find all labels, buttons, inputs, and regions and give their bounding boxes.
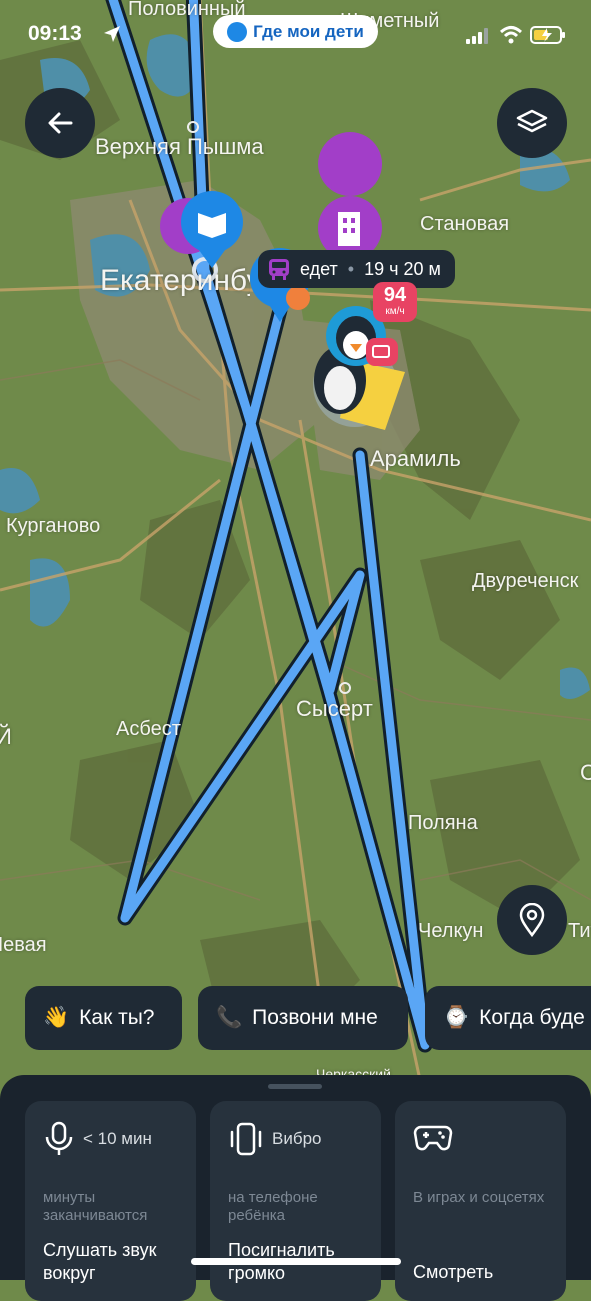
card-action: Смотреть <box>413 1262 494 1282</box>
movement-tooltip[interactable]: едет • 19 ч 20 м <box>258 250 455 288</box>
chip-call-me[interactable]: 📞 Позвони мне <box>198 986 408 1050</box>
card-top-text: Вибро <box>272 1129 322 1148</box>
battery-charging-icon <box>530 26 565 44</box>
chip-label: Как ты? <box>79 1006 155 1029</box>
chip-label: Когда буде <box>479 1006 585 1029</box>
back-button[interactable] <box>25 88 95 158</box>
cellular-signal-icon <box>466 28 488 44</box>
chip-label: Позвони мне <box>252 1006 378 1029</box>
map-label-aramil: Арамиль <box>370 446 461 471</box>
map-layers-button[interactable] <box>497 88 567 158</box>
location-pin-icon <box>519 903 545 937</box>
map-label-levaya: Левая <box>0 934 47 956</box>
speed-badge: 94 км/ч <box>373 282 417 322</box>
my-location-button[interactable] <box>497 885 567 955</box>
map-label-stanovaya: Становая <box>420 213 510 235</box>
tooltip-status: едет <box>300 258 338 279</box>
map-label-polyana: Поляна <box>408 812 478 834</box>
layers-icon <box>516 109 548 133</box>
location-arrow-icon <box>104 26 120 42</box>
card-subtitle: В играх и соцсетях <box>413 1189 545 1206</box>
card-subtitle: минуты заканчиваются <box>43 1189 148 1224</box>
arrow-left-icon <box>48 112 73 134</box>
tooltip-separator: • <box>347 258 355 279</box>
sheet-grip-handle[interactable] <box>268 1084 322 1089</box>
speed-unit: км/ч <box>385 306 405 317</box>
status-bar: 09:13 Где мои дети <box>0 0 591 64</box>
app-pill[interactable]: Где мои дети <box>213 15 378 48</box>
microphone-icon <box>45 1121 73 1155</box>
map-label-edge-left: Й <box>0 724 12 749</box>
speed-value: 94 <box>383 284 407 306</box>
map-label-tit: Тит <box>568 920 591 942</box>
home-indicator[interactable] <box>191 1258 401 1265</box>
card-subtitle: на телефоне ребёнка <box>228 1189 318 1224</box>
actions-bottom-sheet[interactable]: < 10 мин минуты заканчиваются Слушать зв… <box>0 1075 591 1301</box>
card-listen-sound[interactable]: < 10 мин минуты заканчиваются Слушать зв… <box>25 1101 196 1301</box>
phone-vibrate-icon <box>230 1122 262 1156</box>
card-top-text: < 10 мин <box>83 1129 152 1148</box>
map-label-asbest: Асбест <box>116 718 181 740</box>
app-name: Где мои дети <box>253 21 364 41</box>
bus-icon <box>269 259 289 280</box>
map-label-sysert: Сысерт <box>296 696 373 721</box>
map-label-kurganovo: Курганово <box>6 515 101 537</box>
app-logo-icon <box>227 21 248 42</box>
chip-when-will-you-be[interactable]: ⌚ Когда буде <box>425 986 591 1050</box>
phone-icon: 📞 <box>216 1006 243 1029</box>
map-label-ekaterinburg: Екатеринбург <box>100 264 250 297</box>
card-action: Слушать звук вокруг <box>43 1240 157 1283</box>
quick-message-chips: 👋 Как ты? 📞 Позвони мне ⌚ Когда буде <box>0 986 591 1050</box>
card-signal-loud[interactable]: Вибро на телефоне ребёнка Посигналить гр… <box>210 1101 381 1301</box>
map-label-verkhnyaya-pyshma: Верхняя Пышма <box>95 134 264 159</box>
tooltip-duration: 19 ч 20 м <box>364 258 441 279</box>
chip-how-are-you[interactable]: 👋 Как ты? <box>25 986 182 1050</box>
card-watch-games[interactable]: В играх и соцсетях Смотреть <box>395 1101 566 1301</box>
waving-hand-icon: 👋 <box>43 1006 70 1029</box>
status-time: 09:13 <box>28 22 82 45</box>
gamepad-icon <box>413 1125 453 1151</box>
map-label-edge-right: С <box>580 760 591 785</box>
watch-icon: ⌚ <box>443 1006 470 1029</box>
map-label-dvurechensk: Двуреченск <box>472 570 579 592</box>
map-label-chelkun: Челкун <box>418 920 484 942</box>
wifi-icon <box>499 26 523 44</box>
